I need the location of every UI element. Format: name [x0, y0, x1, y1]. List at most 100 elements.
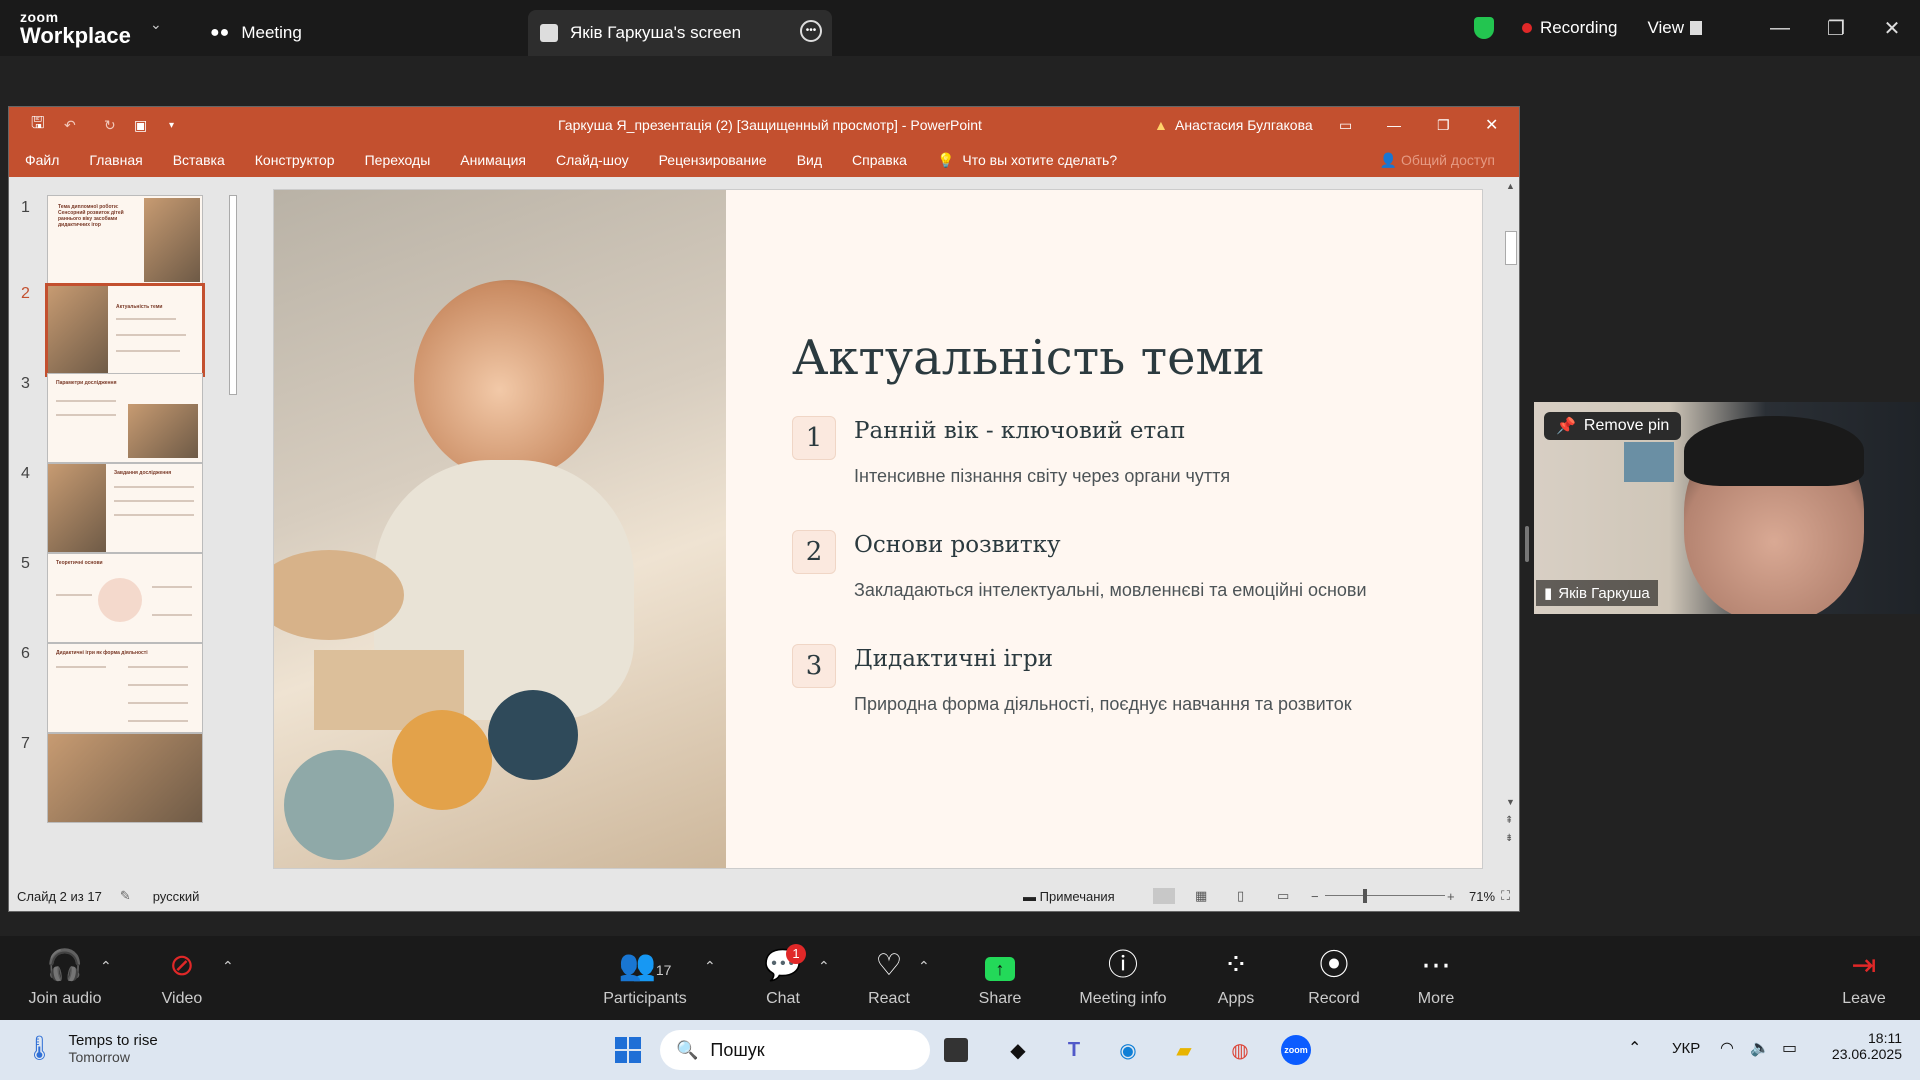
scroll-down-icon[interactable]: ▼: [1506, 797, 1515, 807]
undo-icon[interactable]: ↶: [64, 117, 76, 134]
slide-thumbnail-7[interactable]: [47, 733, 203, 823]
ribbon-tab-review[interactable]: Рецензирование: [659, 152, 767, 168]
participant-video-tile[interactable]: 📌 Remove pin ▮ Якiв Гаркуша: [1534, 402, 1920, 614]
start-slideshow-icon[interactable]: ▣: [134, 117, 147, 134]
zoom-slider-handle[interactable]: [1363, 889, 1367, 903]
slide-thumbnail-5[interactable]: Теоретичні основи: [47, 553, 203, 643]
ribbon-tab-file[interactable]: Файл: [25, 152, 59, 168]
copilot-icon[interactable]: ◆: [1000, 1032, 1036, 1068]
zoom-app-icon[interactable]: zoom: [1278, 1032, 1314, 1068]
ribbon-tab-animations[interactable]: Анимация: [460, 152, 526, 168]
close-icon[interactable]: ✕: [1864, 16, 1920, 41]
slide-scrollbar-thumb[interactable]: [1505, 231, 1517, 265]
spellcheck-icon[interactable]: ✎: [120, 888, 131, 904]
share-button[interactable]: 👤 Общий доступ: [1380, 152, 1495, 169]
restore-icon[interactable]: ❐: [1808, 16, 1864, 41]
ribbon-tab-design[interactable]: Конструктор: [255, 152, 335, 168]
teams-icon[interactable]: T: [1056, 1032, 1092, 1068]
record-button[interactable]: ⦿ Record: [1304, 936, 1364, 1020]
apps-button[interactable]: ⁘ Apps: [1206, 936, 1266, 1020]
file-explorer-icon[interactable]: ▰: [1166, 1032, 1202, 1068]
input-language[interactable]: УКР: [1672, 1040, 1700, 1057]
point-title[interactable]: Основи розвитку: [854, 532, 1061, 558]
zoom-out-icon[interactable]: −: [1311, 889, 1319, 904]
ppt-restore-icon[interactable]: ❐: [1437, 117, 1450, 134]
next-slide-icon[interactable]: ⇟: [1505, 833, 1513, 844]
notes-button[interactable]: ▬ Примечания: [1023, 889, 1115, 904]
edge-icon[interactable]: ◉: [1110, 1032, 1146, 1068]
scroll-up-icon[interactable]: ▲: [1506, 181, 1515, 191]
participants-button[interactable]: 👥17 Participants: [600, 936, 690, 1020]
normal-view-icon[interactable]: [1153, 888, 1175, 904]
recording-label[interactable]: Recording: [1540, 18, 1618, 38]
slide-scrollbar[interactable]: ▲ ▼ ⇞ ⇟: [1503, 179, 1519, 879]
slide-thumbnail-6[interactable]: Дидактичні ігри як форма діяльності: [47, 643, 203, 733]
more-button[interactable]: ⋯ More: [1406, 936, 1466, 1020]
save-icon[interactable]: 🖫: [31, 112, 45, 139]
clock[interactable]: 18:11 23.06.2025: [1822, 1030, 1902, 1062]
zoom-in-icon[interactable]: +: [1447, 889, 1455, 904]
point-title[interactable]: Ранній вік - ключовий етап: [854, 418, 1185, 444]
slide-thumbnail-3[interactable]: Параметри дослідження: [47, 373, 203, 463]
ribbon-tab-view[interactable]: Вид: [797, 152, 822, 168]
point-title[interactable]: Дидактичні ігри: [854, 646, 1053, 672]
zoom-level[interactable]: 71%: [1469, 889, 1495, 904]
audio-options-caret-icon[interactable]: ⌃: [100, 958, 112, 975]
shield-icon[interactable]: [1473, 17, 1494, 39]
weather-widget[interactable]: 🌡 Temps to rise Tomorrow: [24, 1032, 158, 1065]
thumbnail-scrollbar[interactable]: [227, 181, 239, 879]
react-caret-icon[interactable]: ⌃: [918, 958, 930, 975]
chrome-icon[interactable]: ◍: [1222, 1032, 1258, 1068]
ppt-close-icon[interactable]: ✕: [1485, 115, 1498, 135]
point-description[interactable]: Закладаються інтелектуальні, мовленнєві …: [854, 580, 1367, 601]
more-options-icon[interactable]: •••: [800, 20, 822, 42]
ppt-user-name[interactable]: Анастасия Булгакова: [1175, 117, 1313, 133]
slide-thumbnail-1[interactable]: Тема дипломної роботи: Сенсорний розвито…: [47, 195, 203, 285]
start-icon[interactable]: [610, 1032, 646, 1068]
split-resize-handle[interactable]: [1525, 526, 1529, 562]
show-hidden-icons-icon[interactable]: ⌃: [1628, 1038, 1641, 1058]
point-description[interactable]: Інтенсивне пізнання світу через органи ч…: [854, 466, 1230, 487]
slide-counter[interactable]: Слайд 2 из 17: [17, 889, 102, 904]
ribbon-display-icon[interactable]: ▭: [1339, 117, 1352, 134]
video-button[interactable]: ⊘ Video: [150, 936, 214, 1020]
previous-slide-icon[interactable]: ⇞: [1505, 815, 1513, 826]
share-screen-button[interactable]: ↑ Share: [970, 936, 1030, 1020]
tell-me-search[interactable]: Что вы хотите сделать?: [962, 152, 1117, 168]
video-options-caret-icon[interactable]: ⌃: [222, 958, 234, 975]
ribbon-tab-help[interactable]: Справка: [852, 152, 907, 168]
view-menu[interactable]: View: [1647, 18, 1684, 38]
slide-title[interactable]: Актуальність теми: [792, 330, 1265, 386]
slideshow-view-icon[interactable]: ▭: [1277, 888, 1289, 904]
chat-caret-icon[interactable]: ⌃: [818, 958, 830, 975]
view-icon[interactable]: [1690, 21, 1702, 35]
slide-thumbnail-4[interactable]: Завдання дослідження: [47, 463, 203, 553]
slide-sorter-icon[interactable]: ▦: [1195, 888, 1207, 904]
tab-shared-screen[interactable]: Якiв Гаркуша's screen •••: [528, 10, 832, 56]
ribbon-tab-home[interactable]: Главная: [89, 152, 142, 168]
scrollbar-thumb[interactable]: [229, 195, 237, 395]
battery-icon[interactable]: ▭: [1782, 1038, 1797, 1058]
wifi-icon[interactable]: ◠: [1720, 1038, 1734, 1058]
leave-button[interactable]: ⇥ Leave: [1834, 936, 1894, 1020]
point-description[interactable]: Природна форма діяльності, поєднує навча…: [854, 694, 1352, 715]
redo-icon[interactable]: ↻: [104, 117, 116, 134]
ribbon-tab-transitions[interactable]: Переходы: [365, 152, 431, 168]
slide-thumbnail-2[interactable]: Актуальність теми: [45, 283, 205, 377]
customize-qat-icon[interactable]: ▾: [169, 120, 174, 131]
minimize-icon[interactable]: —: [1752, 17, 1808, 40]
react-button[interactable]: ♡ React: [862, 936, 916, 1020]
tab-meeting[interactable]: ●● Meeting: [210, 10, 320, 56]
reading-view-icon[interactable]: ▯: [1237, 888, 1244, 904]
zoom-slider[interactable]: [1325, 895, 1445, 896]
taskbar-search-box[interactable]: 🔍 Пошук: [660, 1030, 930, 1070]
ribbon-tab-insert[interactable]: Вставка: [173, 152, 225, 168]
chevron-down-icon[interactable]: ⌄: [150, 16, 162, 33]
ribbon-tab-slideshow[interactable]: Слайд-шоу: [556, 152, 629, 168]
fit-slide-icon[interactable]: ⛶: [1501, 888, 1510, 904]
task-view-icon[interactable]: [944, 1038, 968, 1062]
participants-caret-icon[interactable]: ⌃: [704, 958, 716, 975]
volume-icon[interactable]: 🔈: [1750, 1038, 1770, 1058]
language-indicator[interactable]: русский: [153, 889, 200, 904]
join-audio-button[interactable]: 🎧 Join audio: [22, 936, 108, 1020]
